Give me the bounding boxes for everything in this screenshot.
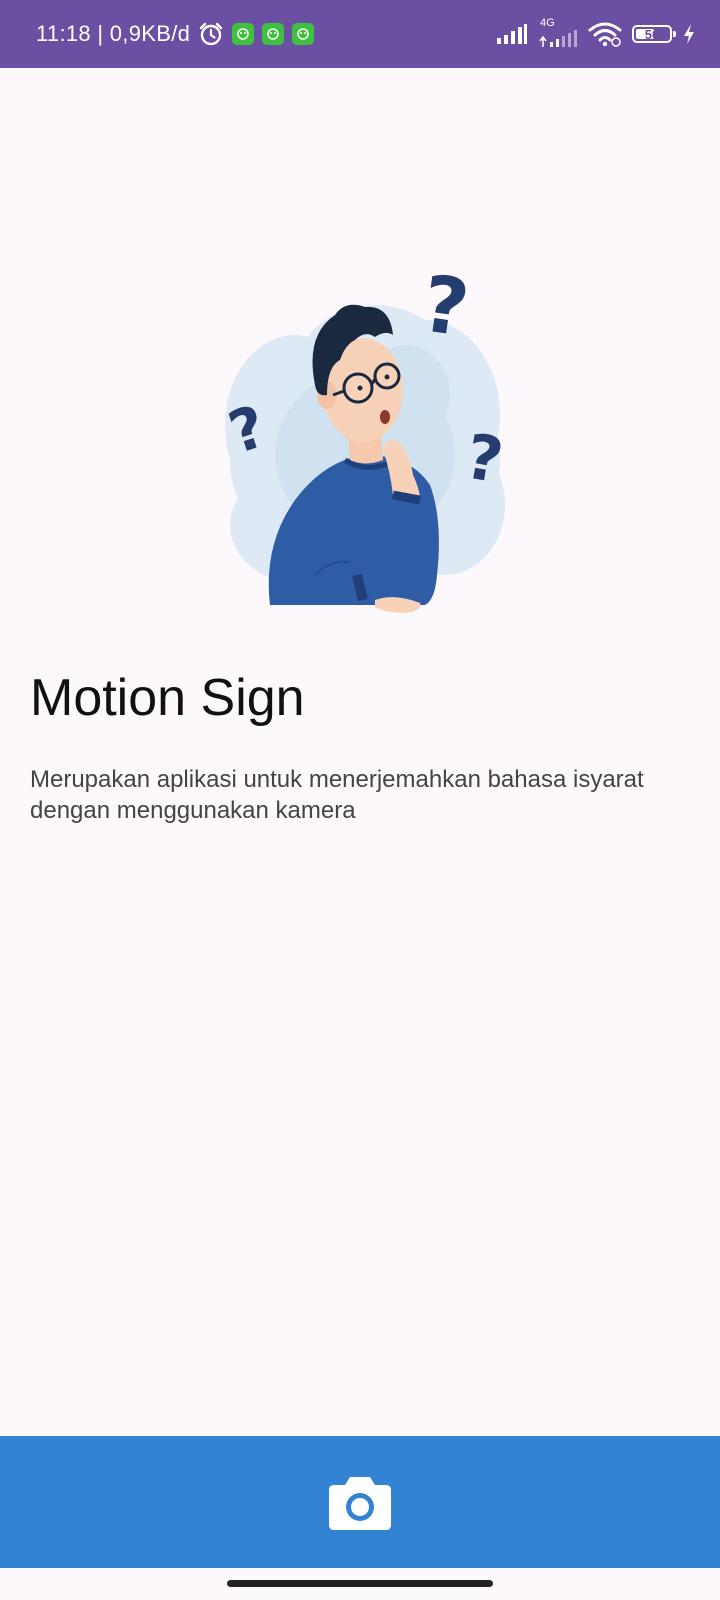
app-title: Motion Sign <box>30 669 305 727</box>
status-bar: 11:18 | 0,9KB/d 4G 56 <box>0 0 720 68</box>
status-time: 11:18 | 0,9KB/d <box>36 21 191 46</box>
confused-person-illustration: ? ? ? <box>221 259 508 613</box>
alarm-icon <box>199 22 223 46</box>
signal-icon <box>497 24 527 44</box>
signal-4g-icon: 4G <box>538 17 578 47</box>
open-camera-button[interactable] <box>0 1436 720 1568</box>
home-indicator[interactable] <box>227 1580 493 1587</box>
charging-icon <box>684 24 694 44</box>
app-notification-icon <box>232 23 255 45</box>
app-notification-icon <box>262 23 285 45</box>
battery-level: 56 <box>644 26 660 42</box>
app-notification-icon <box>292 23 315 45</box>
camera-icon <box>329 1477 391 1530</box>
wifi-icon <box>588 22 622 47</box>
battery-icon: 56 <box>632 25 676 43</box>
app-description: Merupakan aplikasi untuk menerjemahkan b… <box>30 766 644 824</box>
